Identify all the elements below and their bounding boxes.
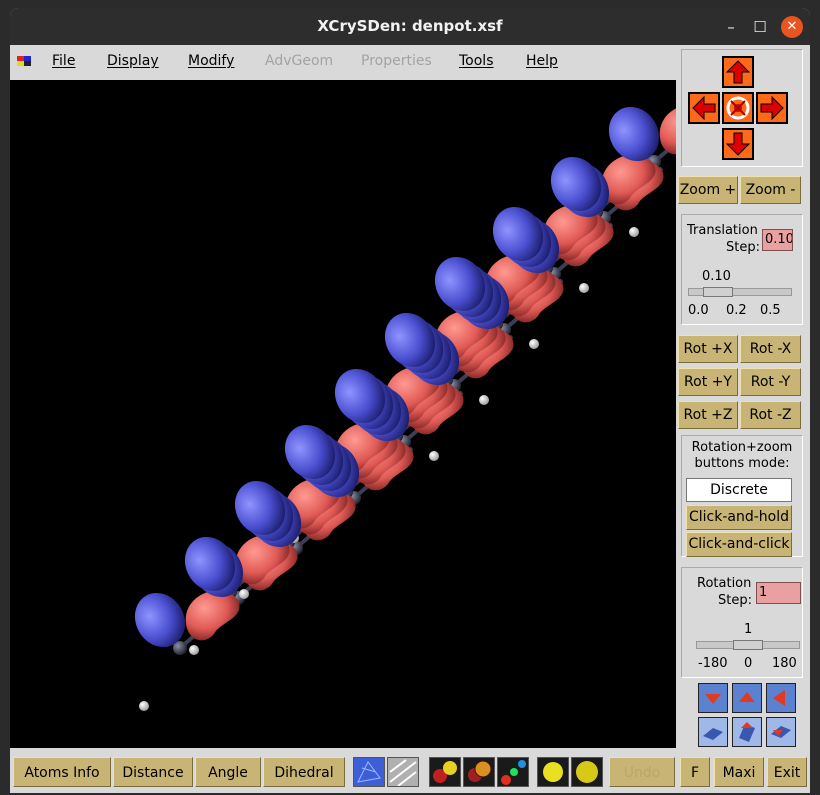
wireframe-grey-icon[interactable] (387, 757, 419, 787)
rotation-slider-value: 1 (744, 622, 753, 637)
mode-discrete-button[interactable]: Discrete (686, 478, 792, 502)
rotation-group: Rotation Step: 1 1 -180 0 180 (681, 567, 803, 678)
close-button[interactable]: ✕ (781, 16, 803, 38)
control-panel: Zoom + Zoom - Translation Step: 0.10 0.1… (676, 45, 810, 753)
hydrogen-atom[interactable] (529, 339, 539, 349)
menu-bar: File Display Modify AdvGeom Properties T… (10, 45, 678, 78)
dihedral-button[interactable]: Dihedral (263, 757, 345, 787)
rot-minus-y-button[interactable]: Rot -Y (740, 368, 801, 396)
translation-label: Translation (687, 223, 758, 238)
hydrogen-atom[interactable] (189, 645, 199, 655)
translation-step-input[interactable]: 0.10 (762, 229, 793, 251)
red-isosurface-lobe (601, 154, 656, 205)
view-back-icon[interactable] (766, 683, 796, 713)
translation-slider-value: 0.10 (702, 269, 731, 284)
hydrogen-atom[interactable] (429, 451, 439, 461)
rotation-slider-handle[interactable] (733, 640, 763, 650)
translation-step-label: Step: (726, 240, 760, 255)
menu-properties[interactable]: Properties (361, 53, 432, 69)
hydrogen-atom[interactable] (479, 395, 489, 405)
menu-tools[interactable]: Tools (459, 53, 494, 69)
translation-slider-handle[interactable] (702, 287, 733, 297)
rot-minus-x-button[interactable]: Rot -X (740, 335, 801, 363)
menu-help[interactable]: Help (526, 53, 558, 69)
exit-button[interactable]: Exit (767, 757, 807, 787)
minimize-button[interactable]: – (720, 16, 742, 38)
rotation-step-input[interactable]: 1 (756, 582, 801, 604)
arrow-up-icon[interactable] (722, 56, 754, 88)
rotation-label: Rotation (697, 576, 752, 591)
space-fill-icon[interactable] (463, 757, 495, 787)
rotation-tick-mid: 0 (744, 656, 753, 671)
zoom-in-button[interactable]: Zoom + (678, 176, 738, 204)
app-icon (17, 56, 31, 66)
atoms-info-button[interactable]: Atoms Info (13, 757, 111, 787)
rot-plus-x-button[interactable]: Rot +X (678, 335, 738, 363)
view-up-icon[interactable] (732, 683, 762, 713)
red-isosurface-lobe (659, 108, 676, 155)
hydrogen-atom[interactable] (629, 227, 639, 237)
navigation-group (681, 49, 803, 167)
maxi-button[interactable]: Maxi (714, 757, 764, 787)
arrow-right-icon[interactable] (756, 92, 788, 124)
plane-xz-icon[interactable] (732, 717, 762, 747)
mode-click-and-hold-button[interactable]: Click-and-hold (686, 505, 792, 530)
menu-advgeom[interactable]: AdvGeom (265, 53, 333, 69)
ball-yellow-icon[interactable] (537, 757, 569, 787)
title-bar[interactable]: XCrySDen: denpot.xsf – ☐ ✕ (10, 8, 810, 45)
hydrogen-atom[interactable] (579, 283, 589, 293)
plane-yz-icon[interactable] (766, 717, 796, 747)
rotation-step-label: Step: (718, 593, 752, 608)
bottom-toolbar: Atoms Info Distance Angle Dihedral Undo … (10, 753, 810, 793)
arrow-down-icon[interactable] (722, 128, 754, 160)
mode-label-2: buttons mode: (694, 456, 790, 471)
menu-modify[interactable]: Modify (188, 53, 234, 69)
ball-stick-icon[interactable] (429, 757, 461, 787)
sticks-icon[interactable] (497, 757, 529, 787)
window-title: XCrySDen: denpot.xsf (317, 17, 503, 35)
distance-button[interactable]: Distance (113, 757, 193, 787)
wireframe-blue-icon[interactable] (353, 757, 385, 787)
rot-plus-y-button[interactable]: Rot +Y (678, 368, 738, 396)
maximize-button[interactable]: ☐ (749, 16, 771, 38)
red-isosurface-lobe (185, 590, 240, 641)
rotation-tick-max: 180 (772, 656, 797, 671)
undo-button[interactable]: Undo (609, 757, 675, 787)
zoom-out-button[interactable]: Zoom - (740, 176, 801, 204)
rot-minus-z-button[interactable]: Rot -Z (740, 401, 801, 429)
hydrogen-atom[interactable] (139, 701, 149, 711)
angle-button[interactable]: Angle (195, 757, 261, 787)
structure-viewport[interactable] (10, 80, 676, 748)
ball-yellow-large-icon[interactable] (571, 757, 603, 787)
application-window: XCrySDen: denpot.xsf – ☐ ✕ File Display … (10, 8, 810, 793)
translation-group: Translation Step: 0.10 0.10 0.0 0.2 0.5 (681, 214, 803, 325)
f-button[interactable]: F (680, 757, 710, 787)
mode-group: Rotation+zoom buttons mode: Discrete Cli… (681, 435, 803, 557)
rot-plus-z-button[interactable]: Rot +Z (678, 401, 738, 429)
plane-xy-icon[interactable] (698, 717, 728, 747)
mode-click-and-click-button[interactable]: Click-and-click (686, 532, 792, 557)
arrow-left-icon[interactable] (688, 92, 720, 124)
translation-tick-max: 0.5 (760, 303, 781, 318)
mode-label: Rotation+zoom (691, 440, 793, 455)
view-down-icon[interactable] (698, 683, 728, 713)
hydrogen-atom[interactable] (239, 589, 249, 599)
menu-display[interactable]: Display (107, 53, 159, 69)
rotation-tick-min: -180 (698, 656, 728, 671)
reset-view-icon[interactable] (722, 92, 754, 124)
menu-file[interactable]: File (52, 53, 75, 69)
molecule-render[interactable] (10, 80, 676, 748)
translation-tick-mid: 0.2 (726, 303, 747, 318)
translation-tick-min: 0.0 (688, 303, 709, 318)
